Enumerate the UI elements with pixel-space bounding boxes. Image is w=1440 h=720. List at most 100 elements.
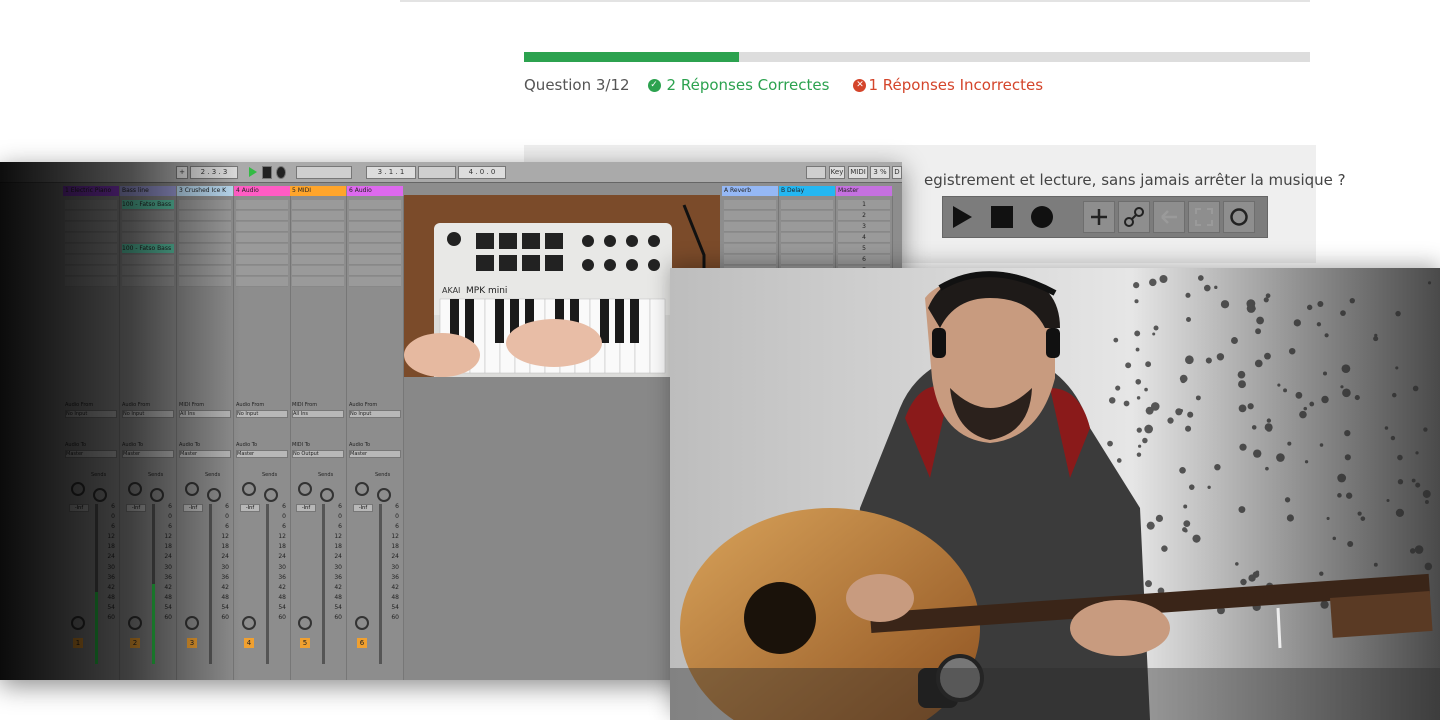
clip-slot[interactable]: [179, 277, 231, 287]
clip-slot[interactable]: [65, 277, 117, 287]
clip-slot[interactable]: [236, 255, 288, 265]
pan-knob[interactable]: [185, 616, 199, 630]
clip-slot[interactable]: 1: [838, 200, 890, 210]
clip-slot[interactable]: 4: [838, 233, 890, 243]
clip[interactable]: 100 - Fatso Bass: [122, 244, 174, 254]
clip[interactable]: 100 - Fatso Bass: [122, 200, 174, 210]
send-knob[interactable]: [128, 482, 142, 496]
clip-slot[interactable]: [292, 222, 344, 232]
track-header[interactable]: 6 Audio: [347, 186, 403, 196]
clip-slot[interactable]: [179, 211, 231, 221]
track-activator[interactable]: 2: [130, 638, 140, 648]
io-chooser[interactable]: Master: [236, 450, 288, 458]
io-chooser[interactable]: Master: [122, 450, 174, 458]
send-knob[interactable]: [71, 482, 85, 496]
clip-slot[interactable]: [781, 200, 833, 210]
volume-field[interactable]: -Inf: [296, 504, 316, 512]
clip-slot[interactable]: [179, 255, 231, 265]
io-chooser[interactable]: All Ins: [179, 410, 231, 418]
clip-slot[interactable]: [65, 200, 117, 210]
clip-slot[interactable]: [236, 222, 288, 232]
track-header[interactable]: A Reverb: [722, 186, 778, 196]
io-chooser[interactable]: No Input: [65, 410, 117, 418]
volume-field[interactable]: -Inf: [69, 504, 89, 512]
clip-slot[interactable]: [781, 233, 833, 243]
clip-slot[interactable]: [781, 211, 833, 221]
clip-slot[interactable]: [781, 222, 833, 232]
clip-slot[interactable]: [179, 233, 231, 243]
io-chooser[interactable]: No Output: [292, 450, 344, 458]
clip-slot[interactable]: [292, 211, 344, 221]
pan-knob[interactable]: [128, 616, 142, 630]
clip-slot[interactable]: [349, 200, 401, 210]
send-knob[interactable]: [93, 488, 107, 502]
play-icon[interactable]: [947, 202, 977, 232]
track-header[interactable]: Master: [836, 186, 892, 196]
clip-slot[interactable]: [724, 233, 776, 243]
clip-slot[interactable]: [349, 222, 401, 232]
clip-slot[interactable]: [349, 277, 401, 287]
clip-slot[interactable]: [122, 255, 174, 265]
clip-slot[interactable]: [292, 233, 344, 243]
track-activator[interactable]: 3: [187, 638, 197, 648]
arrow-left-icon[interactable]: [1153, 201, 1185, 233]
send-knob[interactable]: [264, 488, 278, 502]
send-knob[interactable]: [242, 482, 256, 496]
clip-slot[interactable]: [349, 211, 401, 221]
track-activator[interactable]: 1: [73, 638, 83, 648]
volume-field[interactable]: -Inf: [126, 504, 146, 512]
track-activator[interactable]: 5: [300, 638, 310, 648]
pan-knob[interactable]: [242, 616, 256, 630]
send-knob[interactable]: [355, 482, 369, 496]
clip-slot[interactable]: 2: [838, 211, 890, 221]
volume-field[interactable]: -Inf: [353, 504, 373, 512]
send-knob[interactable]: [185, 482, 199, 496]
clip-slot[interactable]: [179, 244, 231, 254]
clip-slot[interactable]: [292, 277, 344, 287]
track-header[interactable]: 5 MIDI: [290, 186, 346, 196]
clip-slot[interactable]: [724, 200, 776, 210]
clip-slot[interactable]: [292, 255, 344, 265]
clip-slot[interactable]: [724, 211, 776, 221]
stop-icon[interactable]: [987, 202, 1017, 232]
pan-knob[interactable]: [71, 616, 85, 630]
track-header[interactable]: 3 Crushed Ice K: [177, 186, 233, 196]
io-chooser[interactable]: Master: [349, 450, 401, 458]
io-chooser[interactable]: No Input: [349, 410, 401, 418]
clip-slot[interactable]: [179, 266, 231, 276]
clip-slot[interactable]: 3: [838, 222, 890, 232]
io-chooser[interactable]: No Input: [236, 410, 288, 418]
track-activator[interactable]: 4: [244, 638, 254, 648]
volume-field[interactable]: -Inf: [240, 504, 260, 512]
clip-slot[interactable]: [349, 233, 401, 243]
clip-slot[interactable]: 6: [838, 255, 890, 265]
clip-slot[interactable]: [179, 200, 231, 210]
clip-slot[interactable]: [236, 244, 288, 254]
send-knob[interactable]: [377, 488, 391, 502]
clip-slot[interactable]: [65, 255, 117, 265]
clip-slot[interactable]: [781, 255, 833, 265]
track-header[interactable]: B Delay: [779, 186, 835, 196]
clip-slot[interactable]: [349, 266, 401, 276]
clip-slot[interactable]: [236, 277, 288, 287]
clip-slot[interactable]: [122, 222, 174, 232]
clip-slot[interactable]: [236, 200, 288, 210]
send-knob[interactable]: [298, 482, 312, 496]
clip-slot[interactable]: [65, 222, 117, 232]
record-icon[interactable]: [1027, 202, 1057, 232]
clip-slot[interactable]: [122, 277, 174, 287]
send-knob[interactable]: [207, 488, 221, 502]
clip-slot[interactable]: [122, 211, 174, 221]
clip-slot[interactable]: [236, 266, 288, 276]
plus-icon[interactable]: [1083, 201, 1115, 233]
clip-slot[interactable]: [236, 211, 288, 221]
clip-slot[interactable]: [292, 200, 344, 210]
io-chooser[interactable]: No Input: [122, 410, 174, 418]
io-chooser[interactable]: Master: [65, 450, 117, 458]
track-header[interactable]: 1 Electric Piano: [63, 186, 119, 196]
send-knob[interactable]: [150, 488, 164, 502]
fullscreen-icon[interactable]: [1188, 201, 1220, 233]
clip-slot[interactable]: [122, 266, 174, 276]
clip-slot[interactable]: [179, 222, 231, 232]
clip-slot[interactable]: [65, 266, 117, 276]
